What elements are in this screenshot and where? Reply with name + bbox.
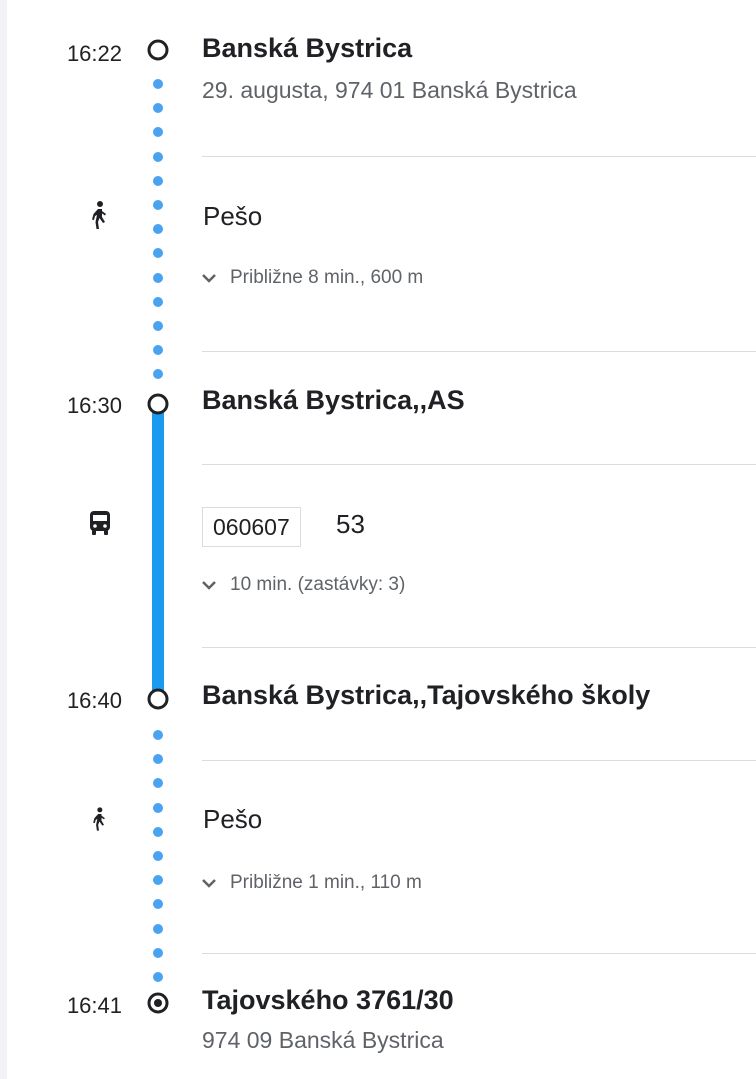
walk-details-text: Približne 8 min., 600 m: [230, 267, 424, 288]
walk-mode-label: Pešo: [203, 804, 263, 834]
chevron-down-icon: [202, 274, 216, 283]
arrival-time: 16:41: [66, 993, 122, 1018]
origin-title[interactable]: Banská Bystrica: [202, 33, 412, 64]
divider: [202, 351, 756, 352]
stop-title[interactable]: Banská Bystrica,,Tajovského školy: [202, 680, 650, 711]
stop-node-icon: [147, 393, 169, 415]
walk-icon: [92, 201, 106, 229]
destination-title[interactable]: Tajovského 3761/30: [202, 985, 454, 1016]
divider: [202, 953, 756, 954]
destination-node-icon: [147, 992, 169, 1014]
walk-details-text: Približne 1 min., 110 m: [230, 872, 422, 893]
stop-node-icon: [147, 688, 169, 710]
departure-time: 16:22: [66, 41, 122, 66]
origin-node-icon: [147, 39, 169, 61]
stop-time: 16:30: [66, 393, 122, 418]
bus-route-line: [152, 410, 164, 691]
bus-route-number: 53: [336, 509, 365, 539]
bus-icon: [90, 511, 110, 535]
bus-details-text: 10 min. (zastávky: 3): [230, 574, 406, 595]
walk-details-toggle[interactable]: Približne 8 min., 600 m: [202, 267, 423, 289]
bus-details-toggle[interactable]: 10 min. (zastávky: 3): [202, 574, 405, 596]
walk-icon: [93, 807, 105, 831]
divider: [202, 156, 756, 157]
origin-address: 29. augusta, 974 01 Banská Bystrica: [202, 77, 577, 103]
route-code-chip[interactable]: 060607: [202, 507, 301, 547]
left-border: [0, 0, 7, 1079]
divider: [202, 647, 756, 648]
walk-path-dots-2: [153, 730, 163, 996]
stop-time: 16:40: [66, 688, 122, 713]
chevron-down-icon: [202, 879, 216, 888]
walk-details-toggle[interactable]: Približne 1 min., 110 m: [202, 872, 422, 894]
divider: [202, 760, 756, 761]
walk-path-dots-1: [153, 79, 163, 393]
divider: [202, 464, 756, 465]
walk-mode-label: Pešo: [203, 201, 263, 231]
destination-address: 974 09 Banská Bystrica: [202, 1027, 444, 1053]
chevron-down-icon: [202, 581, 216, 590]
stop-title[interactable]: Banská Bystrica,,AS: [202, 385, 465, 416]
